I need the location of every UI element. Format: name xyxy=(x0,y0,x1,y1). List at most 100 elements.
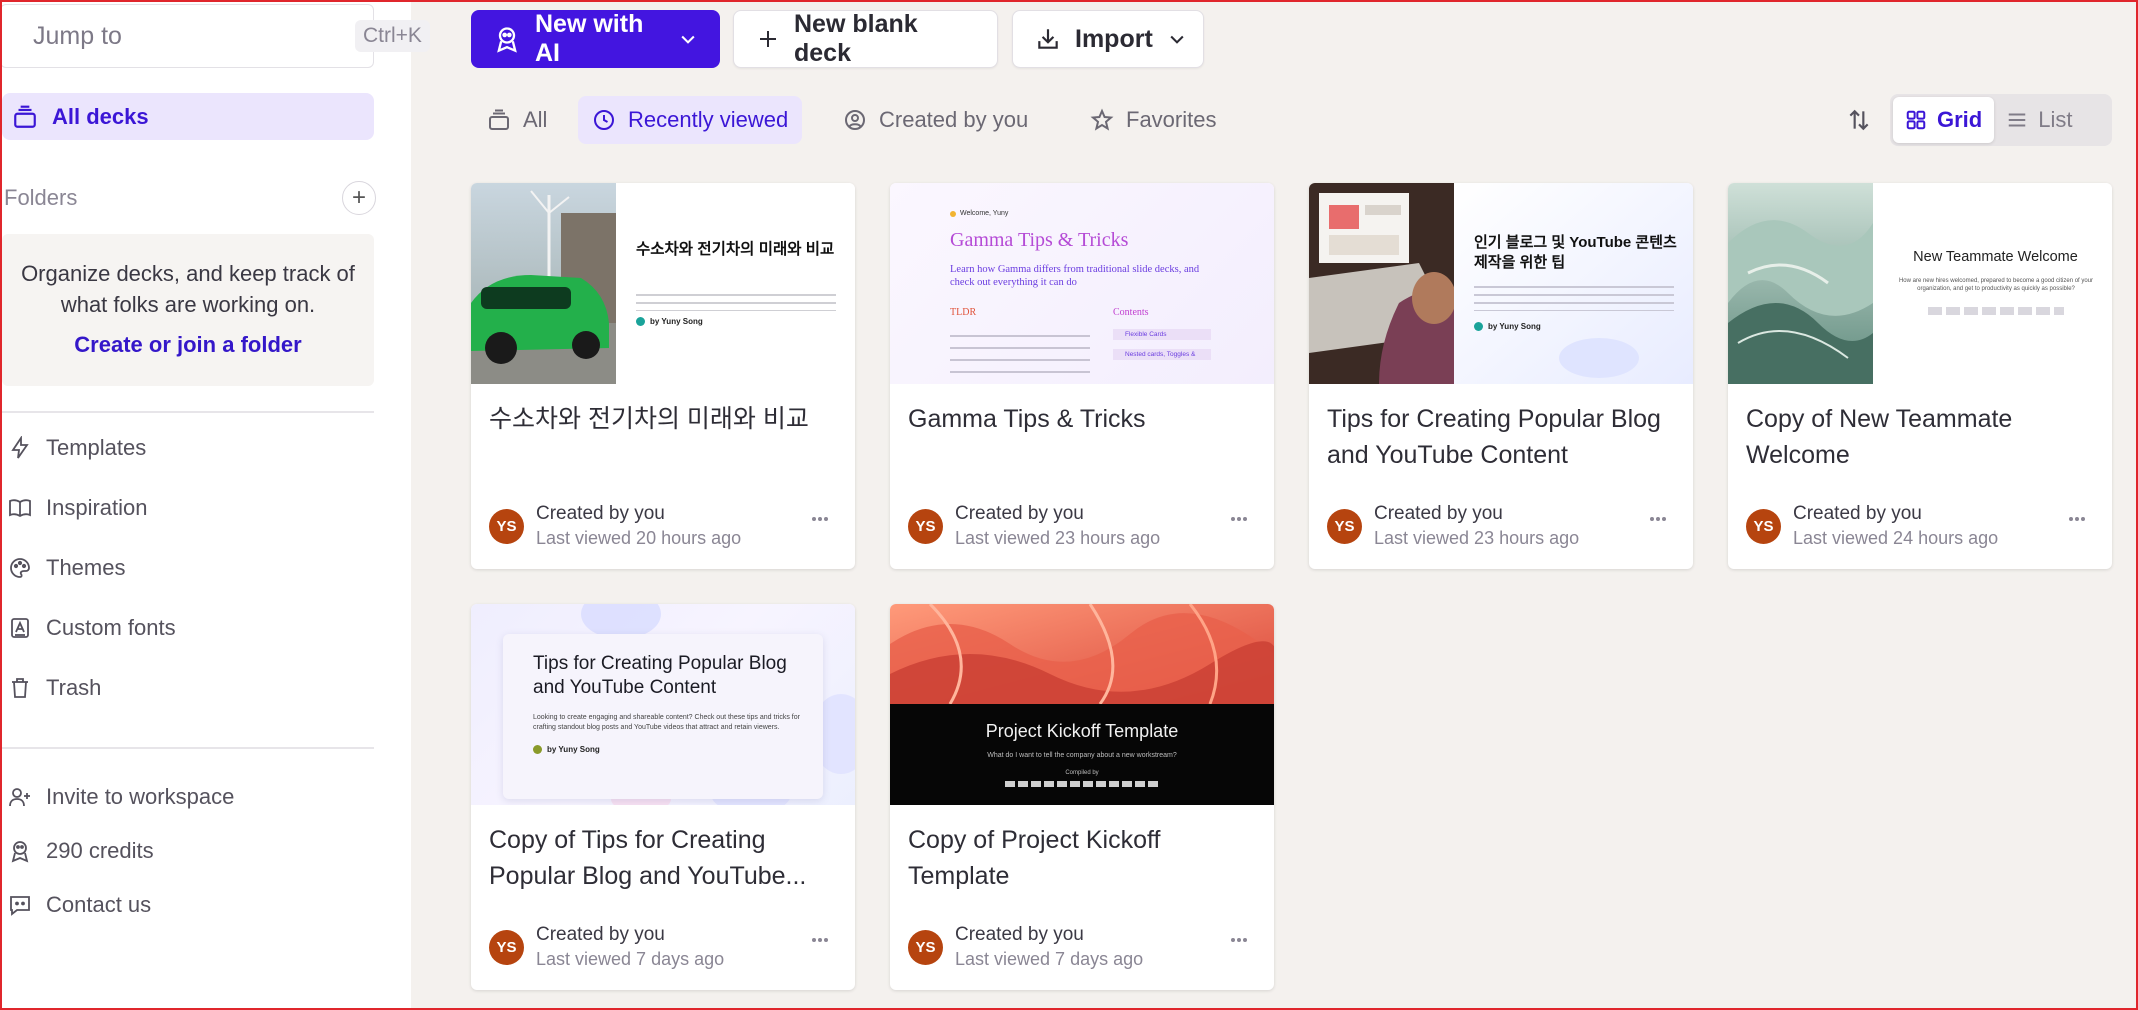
thumb-body-lines xyxy=(1928,307,2064,315)
filter-all[interactable]: All xyxy=(473,96,561,144)
deck-creator: Created by you xyxy=(955,503,1084,524)
plus-icon xyxy=(760,31,776,47)
author-dot-icon xyxy=(1474,322,1483,331)
more-options-button[interactable] xyxy=(1226,509,1252,529)
search-input[interactable] xyxy=(33,21,355,51)
credits-icon xyxy=(11,841,29,863)
filter-label: Created by you xyxy=(879,107,1029,132)
font-icon xyxy=(11,618,29,638)
filter-label: All xyxy=(523,107,548,132)
deck-last-viewed: Last viewed 7 days ago xyxy=(955,949,1144,969)
deck-thumbnail: 인기 블로그 및 YouTube 콘텐츠 제작을 위한 팁 by Yuny So… xyxy=(1309,183,1693,384)
thumb-sub: What do I want to tell the company about… xyxy=(987,752,1177,759)
deck-creator: Created by you xyxy=(955,924,1084,945)
list-icon xyxy=(2008,113,2026,127)
palette-icon xyxy=(10,558,30,578)
deck-card[interactable]: Tips for Creating Popular Blog and YouTu… xyxy=(471,604,855,990)
deck-card[interactable]: New Teammate Welcome How are new hires w… xyxy=(1728,183,2112,569)
lightning-icon xyxy=(11,436,29,459)
create-folder-link[interactable]: Create or join a folder xyxy=(74,332,301,358)
author-dot-icon xyxy=(636,317,645,326)
deck-meta: YS Created by you Last viewed 7 days ago xyxy=(489,922,724,972)
user-plus-icon xyxy=(9,788,30,807)
more-options-button[interactable] xyxy=(1226,930,1252,950)
deck-meta: YS Created by you Last viewed 7 days ago xyxy=(908,922,1143,972)
avatar: YS xyxy=(489,929,524,965)
deck-creator: Created by you xyxy=(1374,503,1503,524)
folders-header: Folders + xyxy=(4,180,376,216)
decks-icon xyxy=(14,105,36,128)
sort-button[interactable] xyxy=(1841,102,1877,138)
sidebar-item-inspiration[interactable]: Inspiration xyxy=(8,488,148,528)
new-blank-deck-button[interactable]: New blank deck xyxy=(733,10,998,68)
filter-favorites[interactable]: Favorites xyxy=(1076,96,1230,144)
filter-created-by-you[interactable]: Created by you xyxy=(829,96,1042,144)
sidebar-item-label: Themes xyxy=(46,555,126,580)
sidebar-item-templates[interactable]: Templates xyxy=(8,428,146,468)
deck-last-viewed: Last viewed 20 hours ago xyxy=(536,528,742,548)
filter-recently-viewed[interactable]: Recently viewed xyxy=(578,96,803,144)
deck-card[interactable]: Project Kickoff Template What do I want … xyxy=(890,604,1274,990)
import-button[interactable]: Import xyxy=(1012,10,1204,68)
view-list-label: List xyxy=(2038,107,2073,132)
more-horizontal-icon xyxy=(812,938,828,942)
more-options-button[interactable] xyxy=(807,509,833,529)
search-box[interactable]: Ctrl+K xyxy=(0,4,430,68)
thumb-author: by Yuny Song xyxy=(1474,322,1541,331)
view-toggle: Grid List xyxy=(1890,94,2112,146)
deck-title: Copy of Tips for Creating Popular Blog a… xyxy=(489,826,807,890)
deck-last-viewed: Last viewed 24 hours ago xyxy=(1793,528,1999,548)
more-options-button[interactable] xyxy=(2064,509,2090,529)
more-horizontal-icon xyxy=(1231,938,1247,942)
deck-meta: YS Created by you Last viewed 23 hours a… xyxy=(1327,501,1579,551)
sidebar-item-themes[interactable]: Themes xyxy=(8,548,125,588)
sidebar-item-custom-fonts[interactable]: Custom fonts xyxy=(8,608,176,648)
car-photo-thumbnail xyxy=(471,183,855,384)
sidebar-item-label: Custom fonts xyxy=(46,615,176,640)
avatar: YS xyxy=(908,508,943,544)
sidebar-item-trash[interactable]: Trash xyxy=(8,668,101,708)
deck-thumbnail: New Teammate Welcome How are new hires w… xyxy=(1728,183,2112,384)
more-horizontal-icon xyxy=(1231,517,1247,521)
view-list-button[interactable]: List xyxy=(1994,97,2084,143)
add-folder-button[interactable]: + xyxy=(342,181,376,215)
deck-title: Copy of Project Kickoff Template xyxy=(908,826,1161,890)
sidebar-item-all-decks[interactable]: All decks xyxy=(2,93,374,140)
deck-title: Copy of New Teammate Welcome xyxy=(1746,405,2013,469)
view-grid-button[interactable]: Grid xyxy=(1893,97,1995,143)
avatar: YS xyxy=(1746,508,1781,544)
new-blank-deck-label: New blank deck xyxy=(794,10,918,67)
more-options-button[interactable] xyxy=(1645,509,1671,529)
new-with-ai-button[interactable]: New with AI xyxy=(471,10,720,68)
sidebar-divider xyxy=(0,411,374,413)
thumb-author-name: by Yuny Song xyxy=(1488,322,1541,331)
folder-description: Organize decks, and keep track of what f… xyxy=(21,261,355,317)
thumb-heading: Gamma Tips & Tricks xyxy=(950,229,1129,251)
thumb-sub: Looking to create engaging and shareable… xyxy=(533,714,800,731)
thumb-welcome: Welcome, Yuny xyxy=(950,210,1008,217)
sidebar-item-label: Contact us xyxy=(46,892,152,917)
deck-card[interactable]: Welcome, Yuny Gamma Tips & Tricks Learn … xyxy=(890,183,1274,569)
trash-icon xyxy=(12,678,28,698)
deck-thumbnail: Project Kickoff Template What do I want … xyxy=(890,604,1274,805)
deck-meta: YS Created by you Last viewed 23 hours a… xyxy=(908,501,1160,551)
chat-icon xyxy=(10,896,30,916)
sidebar-item-invite[interactable]: Invite to workspace xyxy=(8,777,234,817)
sort-icon xyxy=(1849,109,1869,131)
deck-card[interactable]: 수소차와 전기차의 미래와 비교 by Yuny Song 수소차와 전기차의 … xyxy=(471,183,855,569)
sidebar-item-contact[interactable]: Contact us xyxy=(8,885,151,925)
more-horizontal-icon xyxy=(1650,517,1666,521)
deck-title: Gamma Tips & Tricks xyxy=(908,405,1146,433)
deck-card[interactable]: 인기 블로그 및 YouTube 콘텐츠 제작을 위한 팁 by Yuny So… xyxy=(1309,183,1693,569)
sidebar-item-credits[interactable]: 290 credits xyxy=(8,831,154,871)
thumb-welcome-text: Welcome, Yuny xyxy=(960,210,1009,217)
filter-label: Recently viewed xyxy=(628,107,789,132)
user-circle-icon xyxy=(845,110,865,130)
import-label: Import xyxy=(1075,24,1153,53)
filter-label: Favorites xyxy=(1126,107,1217,132)
author-dot-icon xyxy=(533,745,542,754)
sidebar-item-label: 290 credits xyxy=(46,838,154,863)
more-options-button[interactable] xyxy=(807,930,833,950)
thumb-col2: Contents xyxy=(1113,307,1149,318)
deck-creator: Created by you xyxy=(536,503,665,524)
